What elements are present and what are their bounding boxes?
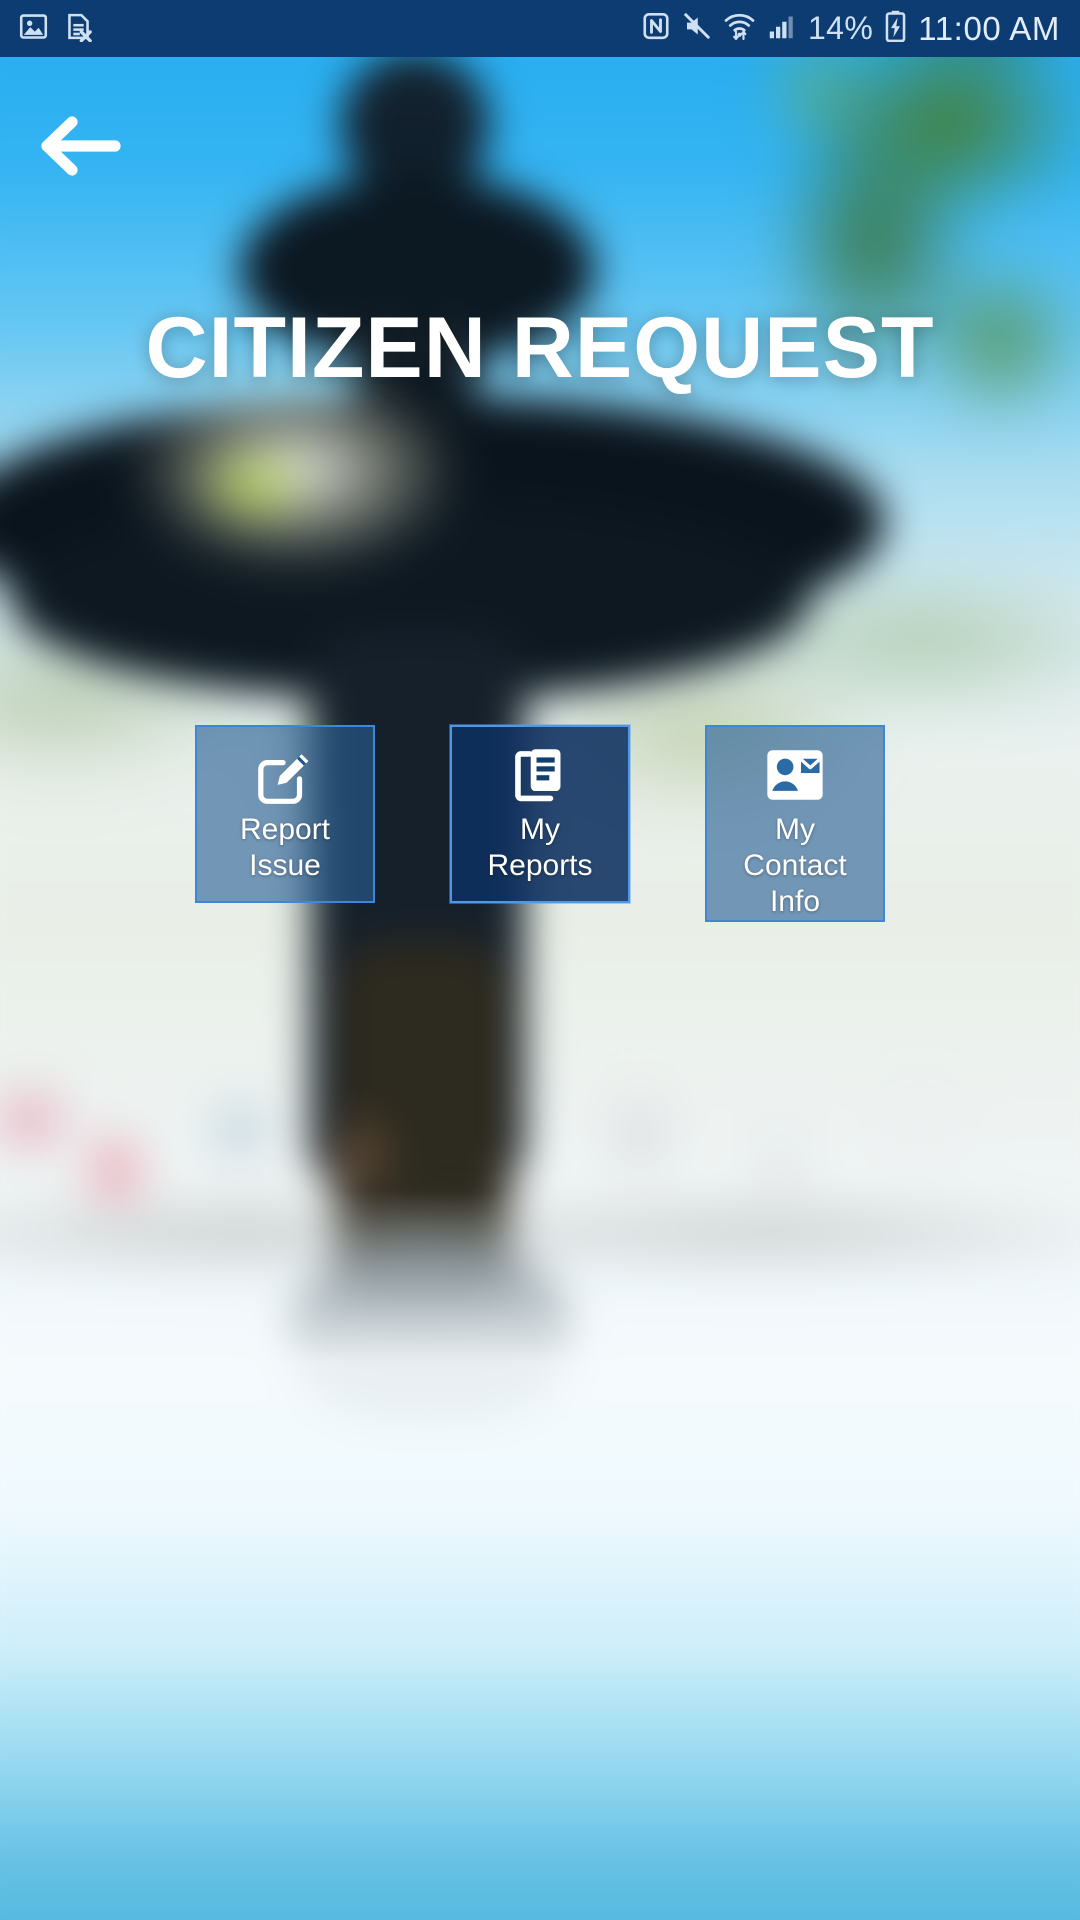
contact-card-icon bbox=[762, 744, 828, 806]
back-button[interactable] bbox=[32, 105, 124, 191]
tile-report-issue[interactable]: Report Issue bbox=[195, 725, 375, 903]
arrow-left-icon bbox=[34, 113, 122, 184]
status-bar-left-icons bbox=[0, 11, 94, 47]
status-bar-right-icons: 14% 11:00 AM bbox=[641, 10, 1080, 48]
app-screen: 14% 11:00 AM CITIZEN REQUEST Report Issu… bbox=[0, 0, 1080, 1920]
tile-label: My Contact Info bbox=[743, 813, 847, 918]
background-photo bbox=[0, 0, 1080, 1920]
image-icon bbox=[18, 11, 49, 47]
nfc-icon bbox=[641, 11, 671, 46]
page-title: CITIZEN REQUEST bbox=[145, 300, 935, 396]
sim-card-missing-icon bbox=[63, 11, 94, 47]
volume-mute-icon bbox=[682, 11, 712, 46]
tile-label: My Reports bbox=[487, 813, 593, 882]
clock-label: 11:00 AM bbox=[918, 9, 1060, 47]
tile-my-contact-info[interactable]: My Contact Info bbox=[705, 725, 885, 922]
wifi-icon bbox=[723, 11, 756, 46]
battery-percent-label: 14% bbox=[807, 10, 874, 46]
tile-my-reports[interactable]: My Reports bbox=[450, 725, 630, 903]
cellular-signal-icon bbox=[767, 11, 797, 46]
documents-stack-icon bbox=[507, 744, 573, 806]
status-bar: 14% 11:00 AM bbox=[0, 0, 1080, 57]
tile-label: Report Issue bbox=[239, 813, 331, 882]
edit-square-pencil-icon bbox=[252, 744, 318, 806]
tile-button-row: Report Issue My Reports My Contact Info bbox=[0, 725, 1080, 922]
battery-charging-icon bbox=[884, 10, 907, 47]
